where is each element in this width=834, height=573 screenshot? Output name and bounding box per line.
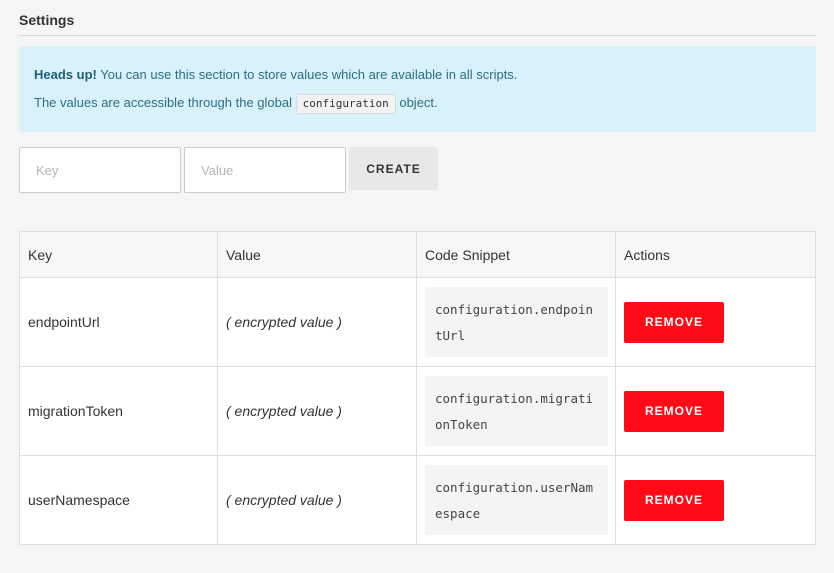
remove-button[interactable]: REMOVE [624, 479, 724, 521]
alert-text: You can use this section to store values… [100, 67, 518, 82]
setting-value: ( encrypted value ) [217, 366, 417, 456]
setting-key: endpointUrl [19, 277, 218, 367]
key-input[interactable] [19, 147, 181, 193]
code-snippet-cell: configuration.migrationToken [416, 366, 616, 456]
setting-key: userNamespace [19, 455, 218, 545]
info-alert: Heads up! You can use this section to st… [19, 46, 816, 132]
code-snippet: configuration.userNamespace [425, 465, 608, 535]
alert-line-1: Heads up! You can use this section to st… [34, 66, 801, 84]
settings-table: Key Value Code Snippet Actions endpointU… [19, 231, 816, 545]
table-row: endpointUrl ( encrypted value ) configur… [19, 277, 816, 367]
setting-value: ( encrypted value ) [217, 277, 417, 367]
remove-button[interactable]: REMOVE [624, 390, 724, 432]
title-divider [19, 35, 816, 36]
remove-button[interactable]: REMOVE [624, 301, 724, 343]
configuration-code-chip: configuration [295, 93, 396, 114]
column-header-value: Value [217, 231, 417, 278]
column-header-code-snippet: Code Snippet [416, 231, 616, 278]
code-snippet: configuration.migrationToken [425, 376, 608, 446]
code-snippet: configuration.endpointUrl [425, 287, 608, 357]
column-header-actions: Actions [615, 231, 816, 278]
alert-line2-suffix: object. [399, 95, 438, 110]
code-snippet-cell: configuration.userNamespace [416, 455, 616, 545]
table-row: userNamespace ( encrypted value ) config… [19, 455, 816, 545]
code-snippet-cell: configuration.endpointUrl [416, 277, 616, 367]
page-title: Settings [19, 12, 75, 28]
alert-heading: Heads up! [34, 67, 97, 82]
value-input[interactable] [184, 147, 346, 193]
actions-cell: REMOVE [615, 277, 816, 367]
column-header-key: Key [19, 231, 218, 278]
setting-value: ( encrypted value ) [217, 455, 417, 545]
actions-cell: REMOVE [615, 366, 816, 456]
setting-key: migrationToken [19, 366, 218, 456]
create-button[interactable]: CREATE [349, 147, 438, 190]
alert-line2-prefix: The values are accessible through the gl… [34, 95, 292, 110]
actions-cell: REMOVE [615, 455, 816, 545]
table-header-row: Key Value Code Snippet Actions [19, 231, 816, 278]
alert-line-2: The values are accessible through the gl… [34, 93, 801, 114]
table-row: migrationToken ( encrypted value ) confi… [19, 366, 816, 456]
